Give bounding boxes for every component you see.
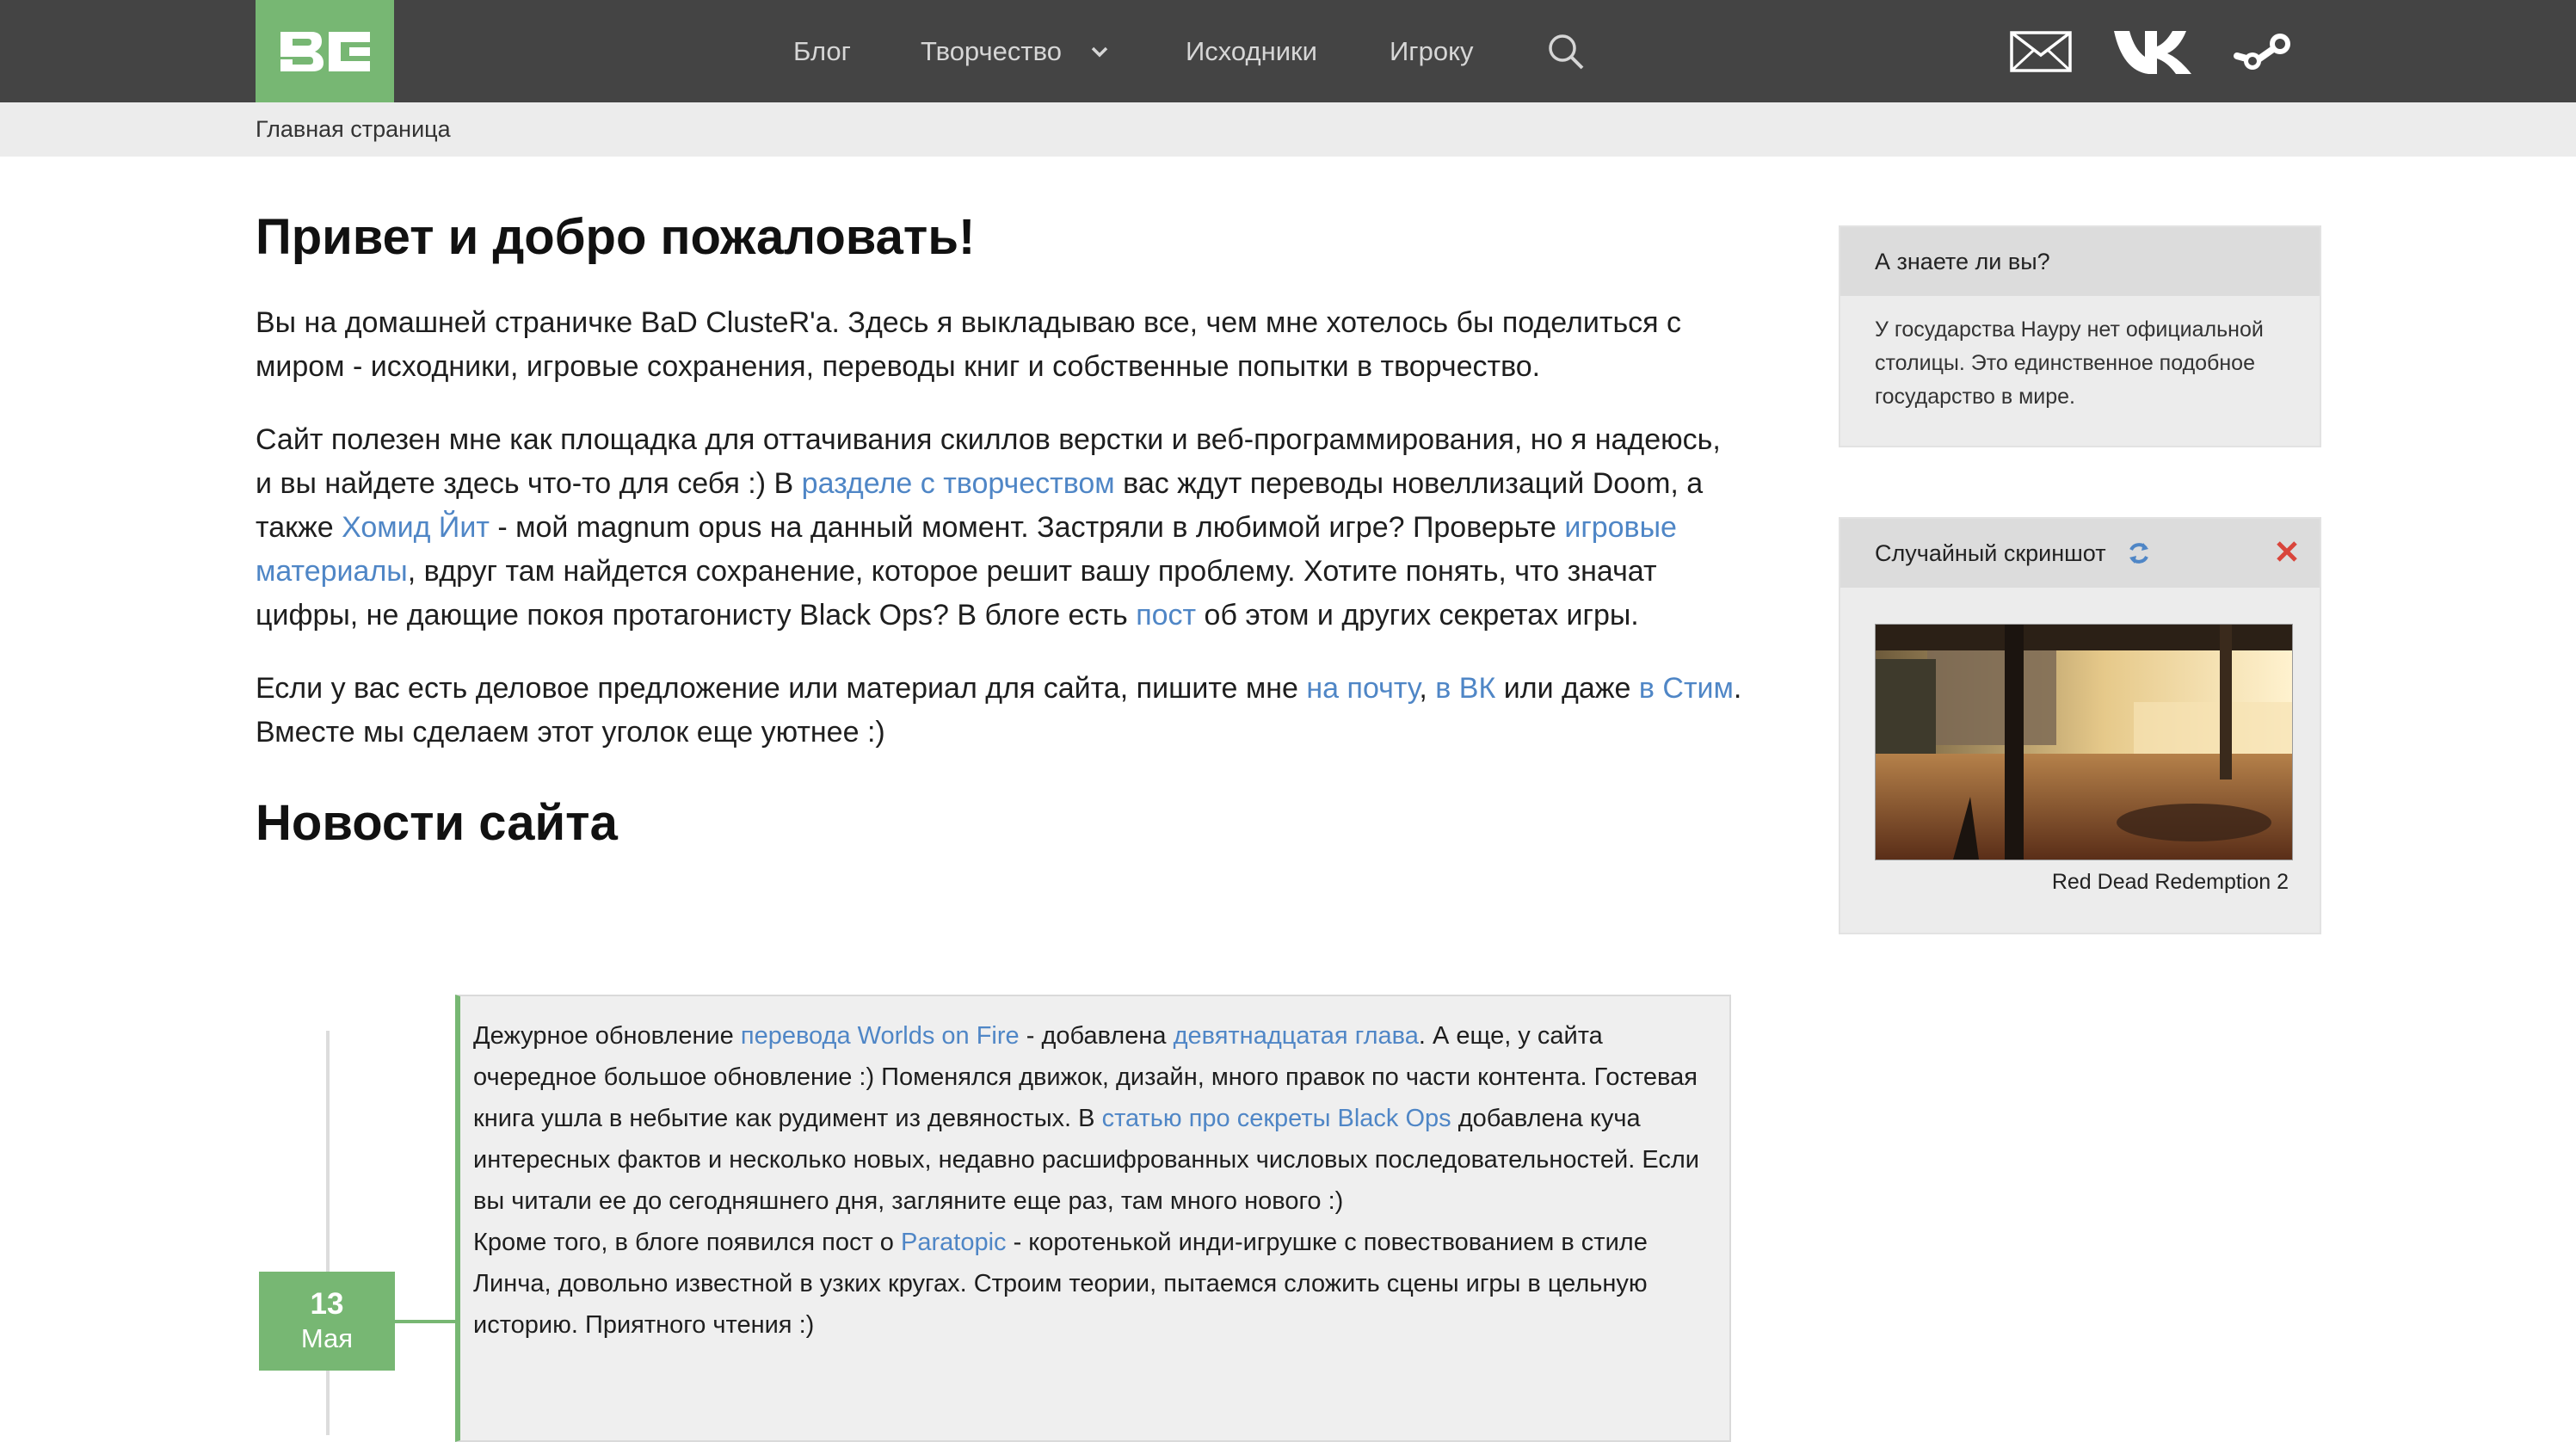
- news-card: Дежурное обновление перевода Worlds on F…: [455, 995, 1731, 1442]
- logo-icon: [280, 31, 370, 71]
- site-logo[interactable]: [256, 0, 394, 102]
- text-span: Дежурное обновление: [473, 1022, 741, 1050]
- text-span: - мой magnum opus на данный момент. Заст…: [489, 511, 1565, 544]
- text-span: Кроме того, в блоге появился пост о: [473, 1229, 901, 1256]
- top-navbar: Блог Творчество Исходники Игроку: [0, 0, 2576, 102]
- search-button[interactable]: [1547, 0, 1585, 102]
- text-span: об этом и других секретах игры.: [1196, 599, 1639, 632]
- worlds-on-fire-link[interactable]: перевода Worlds on Fire: [741, 1022, 1020, 1050]
- screenshot-caption: Red Dead Redemption 2: [2051, 870, 2289, 894]
- news-timeline: 13 Мая Дежурное обновление перевода Worl…: [256, 994, 1735, 1442]
- breadcrumb: Главная страница: [0, 102, 2576, 157]
- close-icon[interactable]: [2275, 539, 2299, 564]
- mail-link[interactable]: [2010, 0, 2072, 102]
- intro-paragraph-2: Сайт полезен мне как площадка для оттачи…: [256, 418, 1744, 638]
- post-link[interactable]: пост: [1136, 599, 1196, 632]
- nav-player[interactable]: Игроку: [1390, 0, 1473, 102]
- chevron-down-icon[interactable]: [1091, 46, 1108, 58]
- did-you-know-widget: А знаете ли вы? У государства Науру нет …: [1839, 225, 2321, 447]
- random-screenshot-header: Случайный скриншот: [1840, 519, 2320, 588]
- text-span: ,: [1419, 672, 1436, 705]
- nav-creative-label: Творчество: [921, 35, 1062, 66]
- news-paragraph-2: Кроме того, в блоге появился пост о Para…: [473, 1222, 1716, 1346]
- nav-creative[interactable]: Творчество: [921, 0, 1108, 102]
- intro-paragraph-3: Если у вас есть деловое предложение или …: [256, 667, 1744, 755]
- random-screenshot-title: Случайный скриншот: [1875, 539, 2106, 566]
- mail-icon: [2010, 30, 2072, 72]
- text-span: - добавлена: [1019, 1022, 1174, 1050]
- steam-link[interactable]: [2234, 0, 2294, 102]
- main-content: Привет и добро пожаловать! Вы на домашне…: [256, 206, 1744, 854]
- intro-text: Вы на домашней страничке BaD ClusteR'a. …: [256, 301, 1744, 755]
- chapter-19-link[interactable]: девятнадцатая глава: [1174, 1022, 1419, 1050]
- nav-sources-label: Исходники: [1186, 35, 1317, 66]
- nav-blog[interactable]: Блог: [793, 0, 851, 102]
- creative-section-link[interactable]: разделе с творчеством: [802, 467, 1115, 500]
- news-date-badge: 13 Мая: [259, 1272, 395, 1371]
- vk-text-link[interactable]: в ВК: [1435, 672, 1495, 705]
- refresh-icon[interactable]: [2127, 541, 2151, 565]
- timeline-connector: [395, 1320, 455, 1323]
- text-span: или даже: [1495, 672, 1639, 705]
- search-icon: [1549, 34, 1584, 69]
- email-link[interactable]: на почту: [1306, 672, 1419, 705]
- news-title: Новости сайта: [256, 795, 618, 851]
- text-span: Если у вас есть деловое предложение или …: [256, 672, 1307, 705]
- homid-yit-link[interactable]: Хомид Йит: [342, 511, 490, 544]
- nav-blog-label: Блог: [793, 35, 851, 66]
- timeline-line: [326, 1031, 330, 1435]
- screenshot-image-art: [1876, 625, 2292, 860]
- steam-text-link[interactable]: в Стим: [1639, 672, 1734, 705]
- did-you-know-title: А знаете ли вы?: [1840, 227, 2320, 296]
- nav-player-label: Игроку: [1390, 35, 1474, 66]
- nav-sources[interactable]: Исходники: [1186, 0, 1317, 102]
- did-you-know-text: У государства Науру нет официальной стол…: [1875, 317, 2264, 409]
- news-paragraph-1: Дежурное обновление перевода Worlds on F…: [473, 1015, 1716, 1222]
- page-title: Привет и добро пожаловать!: [256, 209, 976, 265]
- news-month: Мая: [300, 1323, 354, 1353]
- steam-icon: [2234, 33, 2290, 70]
- intro-paragraph-1: Вы на домашней страничке BaD ClusteR'a. …: [256, 306, 1682, 383]
- random-screenshot-widget: Случайный скриншот Red Dead Redemption 2: [1839, 517, 2321, 934]
- paratopic-link[interactable]: Paratopic: [901, 1229, 1007, 1256]
- vk-icon: [2114, 30, 2191, 74]
- random-screenshot-image[interactable]: [1875, 624, 2293, 860]
- black-ops-secrets-link[interactable]: статью про секреты Black Ops: [1102, 1105, 1451, 1132]
- news-day: 13: [310, 1287, 344, 1321]
- breadcrumb-home[interactable]: Главная страница: [256, 102, 451, 157]
- vk-link[interactable]: [2112, 0, 2193, 102]
